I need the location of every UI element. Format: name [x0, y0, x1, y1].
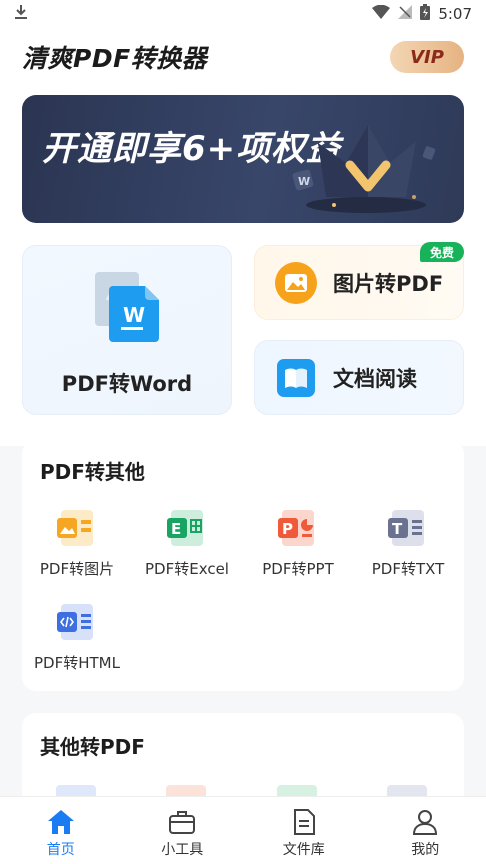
word-file-icon: W [95, 272, 159, 342]
pdf-to-ppt-tool[interactable]: P PDF转PPT [243, 506, 353, 579]
status-bar: 5:07 [0, 0, 486, 28]
image-to-pdf-card[interactable]: 图片转PDF 免费 [254, 242, 464, 320]
tab-label: 首页 [46, 842, 75, 858]
tool-label: PDF转图片 [39, 560, 115, 578]
section-title: PDF转其他 [40, 460, 145, 484]
document-reader-label: 文档阅读 [333, 366, 417, 391]
tab-label: 小工具 [161, 842, 204, 858]
svg-text:T: T [392, 520, 403, 538]
toolbox-icon [169, 811, 196, 834]
pdf-to-image-tool[interactable]: PDF转图片 [22, 506, 132, 579]
document-reader-card[interactable]: 文档阅读 [254, 340, 464, 415]
svg-text:W: W [123, 303, 145, 327]
image-file-icon [55, 506, 99, 550]
vip-button[interactable]: VIP [390, 41, 464, 73]
tab-label: 文件库 [282, 842, 325, 858]
tool-label: PDF转HTML [34, 654, 120, 672]
tab-tools[interactable]: 小工具 [122, 797, 244, 864]
battery-icon [420, 4, 431, 24]
ppt-file-icon: P [276, 506, 320, 550]
no-signal-icon [398, 5, 413, 23]
svg-text:E: E [171, 520, 181, 538]
pdf-to-other-section: PDF转其他 PDF转图片 E PDF转Excel P PDF转PPT T PD… [22, 440, 464, 691]
app-header: 清爽PDF转换器 VIP [0, 28, 486, 86]
tab-files[interactable]: 文件库 [243, 797, 365, 864]
html-file-icon [55, 600, 99, 644]
pdf-to-word-label: PDF转Word [61, 372, 193, 396]
home-icon [47, 810, 74, 834]
tool-label: PDF转PPT [262, 560, 334, 578]
download-icon [14, 4, 28, 24]
pdf-to-word-card[interactable]: W PDF转Word [22, 245, 232, 415]
pdf-to-excel-tool[interactable]: E PDF转Excel [132, 506, 242, 579]
document-icon [293, 809, 315, 835]
app-title: 清爽PDF转换器 [22, 44, 208, 73]
tab-home[interactable]: 首页 [0, 797, 122, 864]
tab-label: 我的 [411, 842, 440, 858]
svg-text:P: P [282, 520, 293, 538]
tool-label: PDF转TXT [371, 560, 445, 578]
pdf-to-html-tool[interactable]: PDF转HTML [22, 600, 132, 673]
excel-file-icon: E [165, 506, 209, 550]
tool-label: PDF转Excel [145, 560, 229, 578]
bottom-tab-bar: 首页 小工具 文件库 我的 [0, 796, 486, 864]
wifi-icon [372, 4, 391, 23]
svg-text:W: W [298, 175, 310, 188]
tab-me[interactable]: 我的 [365, 797, 486, 864]
image-icon [275, 261, 317, 304]
book-icon [277, 358, 315, 397]
txt-file-icon: T [386, 506, 430, 550]
crown-icon: W [292, 125, 436, 213]
user-icon [413, 810, 438, 835]
pdf-to-txt-tool[interactable]: T PDF转TXT [353, 506, 463, 579]
section-title: 其他转PDF [40, 735, 145, 759]
status-time: 5:07 [438, 5, 472, 23]
free-badge: 免费 [420, 242, 464, 262]
vip-promo-banner[interactable]: 开通即享6+项权益 W [22, 95, 464, 223]
image-to-pdf-label: 图片转PDF [333, 271, 444, 296]
